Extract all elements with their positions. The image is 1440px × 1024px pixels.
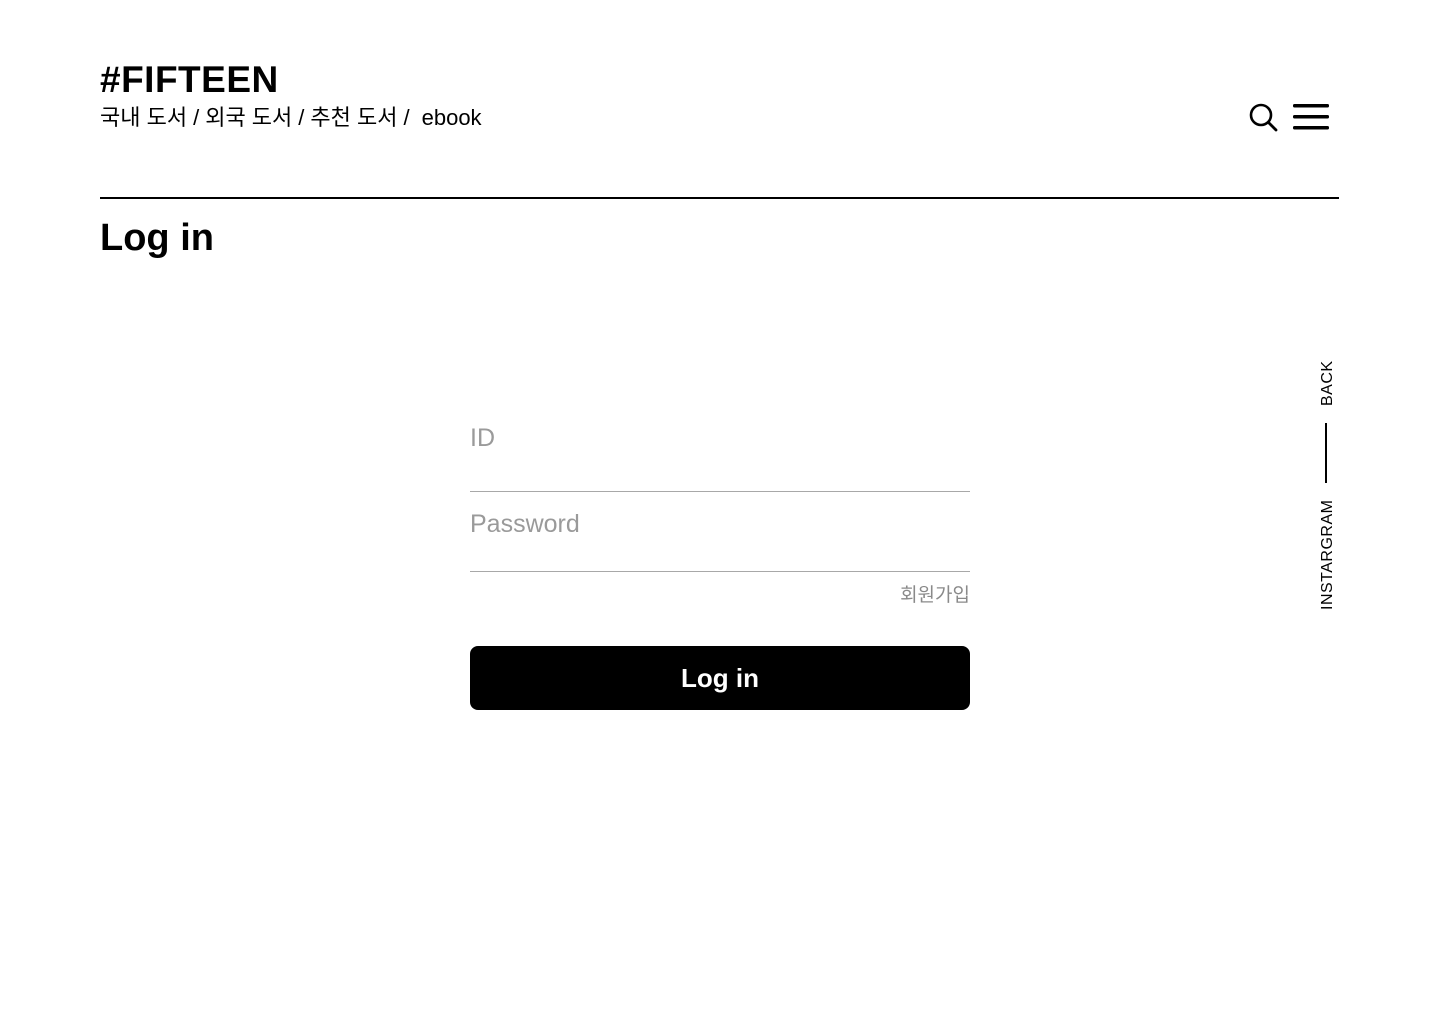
nav-separator: / [193, 105, 200, 130]
nav-separator: / [298, 105, 305, 130]
menu-button[interactable] [1293, 104, 1329, 130]
signup-link[interactable]: 회원가입 [870, 584, 970, 608]
login-submit-button[interactable]: Log in [470, 646, 970, 710]
search-icon [1249, 103, 1278, 132]
nav-link-domestic-books[interactable]: 국내 도서 [100, 104, 187, 132]
password-input[interactable] [470, 507, 970, 572]
nav-link-foreign-books[interactable]: 외국 도서 [205, 104, 292, 132]
search-button[interactable] [1248, 102, 1278, 132]
header-divider [100, 197, 1339, 199]
side-divider [1325, 423, 1327, 483]
id-input[interactable] [470, 422, 970, 492]
back-link[interactable]: BACK [1318, 358, 1338, 406]
nav-separator: / [403, 105, 410, 130]
nav-link-recommended-books[interactable]: 추천 도서 [310, 104, 397, 132]
site-logo[interactable]: #FIFTEEN [100, 58, 279, 102]
page-title: Log in [100, 217, 214, 259]
nav-link-ebook[interactable]: ebook [422, 104, 482, 132]
instagram-link[interactable]: INSTARGRAM [1318, 500, 1338, 610]
hamburger-menu-icon [1293, 104, 1329, 130]
main-nav: 국내 도서 / 외국 도서 / 추천 도서 / ebook [100, 104, 482, 132]
